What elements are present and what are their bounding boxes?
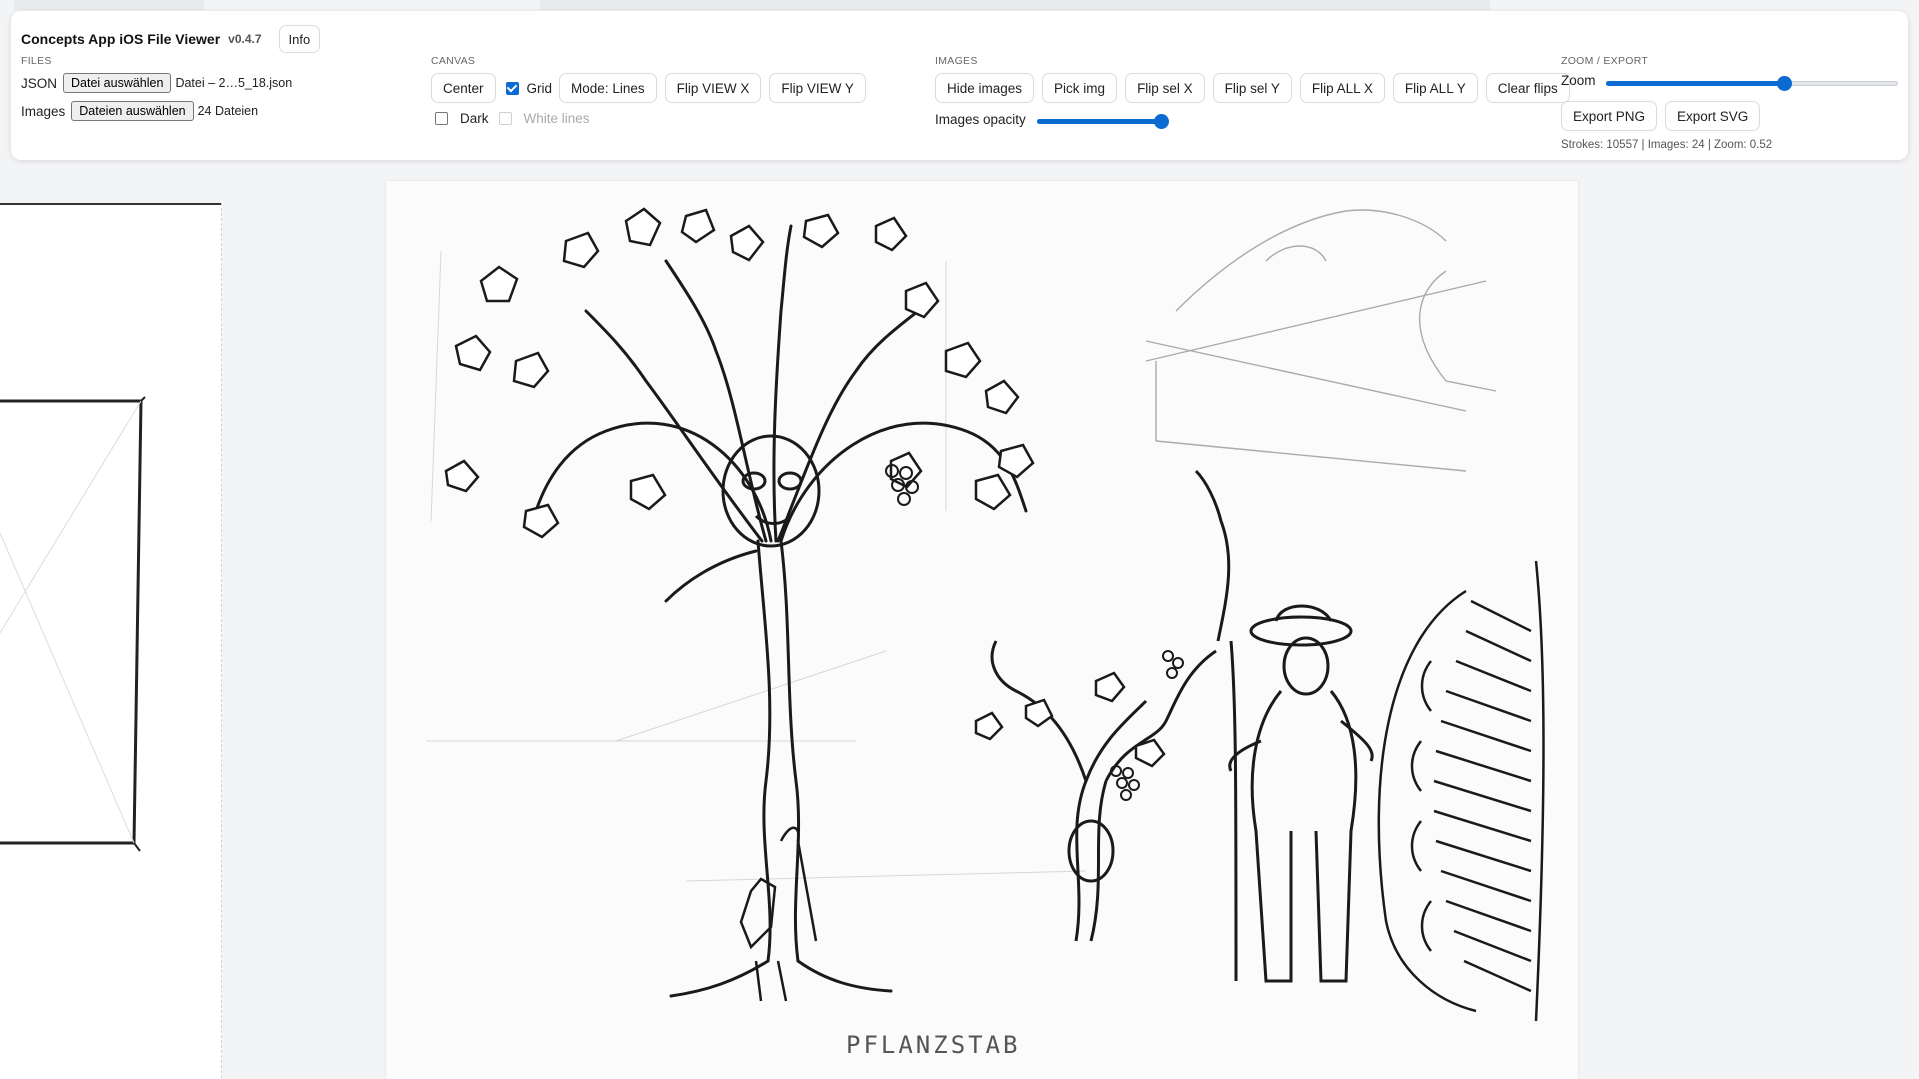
grid-checkbox[interactable] (505, 81, 519, 95)
canvas-controls-row: Center Grid Mode: Lines Flip VIEW X Flip… (431, 73, 866, 103)
images-opacity-label: Images opacity (935, 112, 1026, 127)
images-section-label: IMAGES (935, 55, 978, 67)
left-sketch-image[interactable] (0, 203, 222, 1079)
stats-readout: Strokes: 10557 | Images: 24 | Zoom: 0.52 (1561, 139, 1773, 151)
json-file-row: JSON Datei auswählen Datei – 2…5_18.json (21, 73, 292, 93)
canvas-strip (14, 0, 204, 10)
pick-img-button[interactable]: Pick img (1042, 73, 1118, 103)
images-label: Images (21, 103, 66, 119)
json-file-button[interactable]: Datei auswählen (63, 73, 172, 93)
export-svg-button[interactable]: Export SVG (1665, 101, 1761, 131)
canvas-section-label: CANVAS (431, 55, 476, 67)
flip-sel-y-button[interactable]: Flip sel Y (1212, 73, 1292, 103)
flip-view-y-button[interactable]: Flip VIEW Y (769, 73, 866, 103)
images-controls-row: Hide images Pick img Flip sel X Flip sel… (935, 73, 1570, 103)
sketch-caption: PFLANZSTAB (846, 1031, 1021, 1059)
left-sketch-strokes (0, 396, 146, 852)
clear-flips-button[interactable]: Clear flips (1485, 73, 1570, 103)
flip-all-x-button[interactable]: Flip ALL X (1299, 73, 1385, 103)
json-label: JSON (21, 75, 58, 91)
files-section-label: FILES (21, 55, 52, 67)
drawing-canvas[interactable]: PFLANZSTAB (0, 0, 1919, 1079)
images-opacity-slider[interactable] (1037, 113, 1170, 129)
hide-images-button[interactable]: Hide images (935, 73, 1035, 103)
images-file-button[interactable]: Dateien auswählen (71, 101, 194, 121)
export-row: Export PNG Export SVG (1561, 101, 1761, 131)
app-version: v0.4.7 (228, 32, 262, 46)
flip-sel-x-button[interactable]: Flip sel X (1125, 73, 1205, 103)
zoom-slider[interactable] (1606, 75, 1898, 91)
flip-all-y-button[interactable]: Flip ALL Y (1392, 73, 1478, 103)
vine-sketch-drawing: PFLANZSTAB (426, 207, 1545, 1059)
dark-label: Dark (460, 111, 489, 126)
main-sketch-image[interactable]: PFLANZSTAB (386, 181, 1578, 1079)
white-lines-label: White lines (523, 111, 590, 126)
slider-knob[interactable] (1777, 76, 1793, 91)
json-filename: Datei – 2…5_18.json (175, 76, 293, 90)
grid-label: Grid (526, 80, 553, 96)
flip-view-x-button[interactable]: Flip VIEW X (664, 73, 762, 103)
zoom-export-section-label: ZOOM / EXPORT (1561, 55, 1649, 67)
slider-knob[interactable] (1154, 114, 1170, 129)
mode-button[interactable]: Mode: Lines (559, 73, 657, 103)
images-file-row: Images Dateien auswählen 24 Dateien (21, 101, 258, 121)
toolbar-panel: Concepts App iOS File Viewer v0.4.7 Info… (11, 11, 1908, 160)
zoom-label: Zoom (1561, 73, 1596, 88)
dark-checkbox[interactable] (435, 112, 448, 125)
images-file-count: 24 Dateien (197, 104, 259, 118)
canvas-options-row: Dark White lines (435, 111, 590, 126)
slider-fill (1606, 81, 1785, 86)
canvas-strip (540, 0, 1490, 10)
white-lines-checkbox[interactable] (498, 112, 512, 125)
zoom-row: Zoom (1561, 73, 1596, 88)
app-title: Concepts App iOS File Viewer (21, 31, 221, 47)
export-png-button[interactable]: Export PNG (1561, 101, 1658, 131)
slider-fill (1037, 119, 1162, 124)
center-button[interactable]: Center (431, 73, 496, 103)
title-row: Concepts App iOS File Viewer v0.4.7 Info (21, 25, 321, 53)
info-button[interactable]: Info (278, 25, 321, 53)
images-opacity-row: Images opacity (935, 112, 1026, 127)
